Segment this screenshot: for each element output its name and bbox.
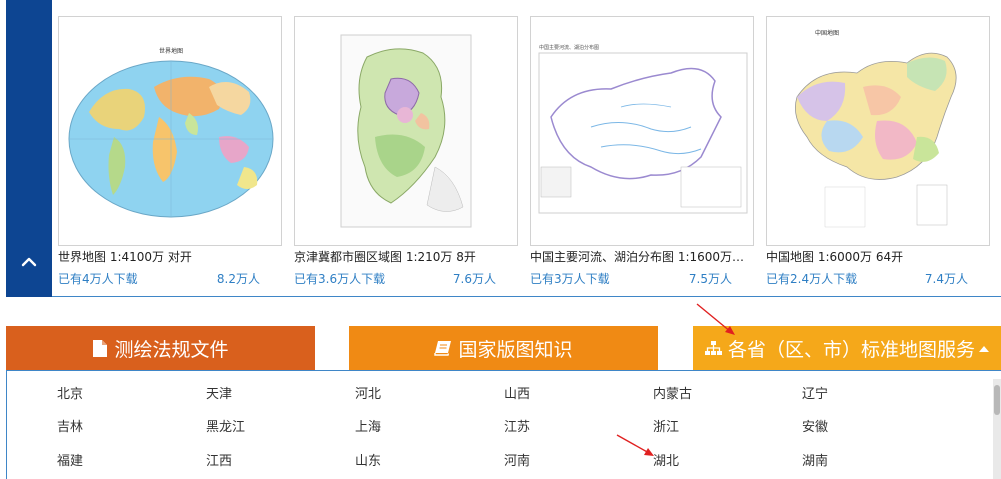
province-link[interactable]: 北京 [57, 383, 83, 402]
province-link[interactable]: 福建 [57, 450, 83, 469]
view-count: 8.2万人 [216, 272, 260, 286]
map-title[interactable]: 中国主要河流、湖泊分布图 1:1600万… [530, 249, 756, 266]
province-link[interactable]: 湖南 [802, 450, 828, 469]
map-thumbnail-china[interactable]: 中国地图 [766, 16, 990, 246]
province-link[interactable]: 安徽 [802, 416, 828, 435]
download-count: 已有4万人下载 [58, 272, 138, 286]
download-count: 已有3.6万人下载 [294, 272, 386, 286]
map-title[interactable]: 京津冀都市圈区域图 1:210万 8开 [294, 249, 520, 266]
map-meta: 已有3.6万人下载 7.6万人 [294, 271, 496, 287]
document-icon [92, 339, 108, 358]
province-link[interactable]: 江苏 [504, 416, 530, 435]
province-link[interactable]: 江西 [206, 450, 232, 469]
chevron-up-icon [21, 257, 37, 267]
province-link[interactable]: 吉林 [57, 416, 83, 435]
view-count: 7.5万人 [688, 272, 732, 286]
tab-provinces-label: 各省（区、市）标准地图服务 [727, 338, 975, 361]
province-link[interactable]: 河北 [355, 383, 381, 402]
thumb-title-china: 中国地图 [815, 29, 839, 37]
download-count: 已有2.4万人下载 [766, 272, 858, 286]
tab-laws-label: 测绘法规文件 [114, 338, 229, 361]
province-link[interactable]: 河南 [504, 450, 530, 469]
scrollbar-thumb[interactable] [994, 385, 1000, 415]
province-link[interactable]: 内蒙古 [653, 383, 692, 402]
province-link[interactable]: 辽宁 [802, 383, 828, 402]
collapse-button[interactable] [6, 242, 52, 282]
thumb-title-world: 世界地图 [159, 47, 183, 55]
map-thumbnail-jingjinji[interactable] [294, 16, 518, 246]
caret-up-icon [979, 342, 989, 355]
page-scrollbar[interactable] [993, 379, 1001, 479]
province-link[interactable]: 上海 [355, 416, 381, 435]
map-card-world[interactable]: 世界地图 世界地图 1:4100万 对开 已有4万人下载 8.2万人 [58, 16, 282, 287]
map-title[interactable]: 中国地图 1:6000万 64开 [766, 249, 992, 266]
map-thumbnail-rivers[interactable]: 中国主要河流、湖泊分布图 [530, 16, 754, 246]
page: 世界地图 世界地图 1:4100万 对开 已有4万人下载 8.2万人 京津冀都市… [0, 0, 1001, 479]
province-link[interactable]: 黑龙江 [206, 416, 245, 435]
download-count: 已有3万人下载 [530, 272, 610, 286]
view-count: 7.4万人 [924, 272, 968, 286]
map-panel: 世界地图 世界地图 1:4100万 对开 已有4万人下载 8.2万人 京津冀都市… [52, 0, 1001, 297]
sitemap-icon [704, 340, 722, 356]
map-card-china[interactable]: 中国地图 中国地图 1:6000万 64开 已有2.4万人下载 7.4万人 [766, 16, 990, 287]
province-link[interactable]: 山东 [355, 450, 381, 469]
tab-laws[interactable]: 测绘法规文件 [6, 326, 315, 370]
map-meta: 已有3万人下载 7.5万人 [530, 271, 732, 287]
thumb-title-rivers: 中国主要河流、湖泊分布图 [539, 44, 599, 51]
tab-knowledge[interactable]: 国家版图知识 [349, 326, 658, 370]
annotation-arrow-icon [696, 303, 735, 335]
view-count: 7.6万人 [452, 272, 496, 286]
book-icon [434, 340, 452, 356]
map-thumbnail-world[interactable]: 世界地图 [58, 16, 282, 246]
tab-knowledge-label: 国家版图知识 [458, 338, 573, 361]
province-link[interactable]: 山西 [504, 383, 530, 402]
tab-provinces[interactable]: 各省（区、市）标准地图服务 [693, 326, 1001, 370]
map-title[interactable]: 世界地图 1:4100万 对开 [58, 249, 284, 266]
map-card-rivers[interactable]: 中国主要河流、湖泊分布图 中国主要河流、湖泊分布图 1:1600万… 已有3万人… [530, 16, 754, 287]
map-card-jingjinji[interactable]: 京津冀都市圈区域图 1:210万 8开 已有3.6万人下载 7.6万人 [294, 16, 518, 287]
map-meta: 已有4万人下载 8.2万人 [58, 271, 260, 287]
province-link[interactable]: 天津 [206, 383, 232, 402]
map-meta: 已有2.4万人下载 7.4万人 [766, 271, 968, 287]
province-list: 北京 天津 河北 山西 内蒙古 辽宁 吉林 黑龙江 上海 江苏 浙江 安徽 福建… [6, 370, 1001, 479]
annotation-arrow-icon [616, 434, 654, 456]
